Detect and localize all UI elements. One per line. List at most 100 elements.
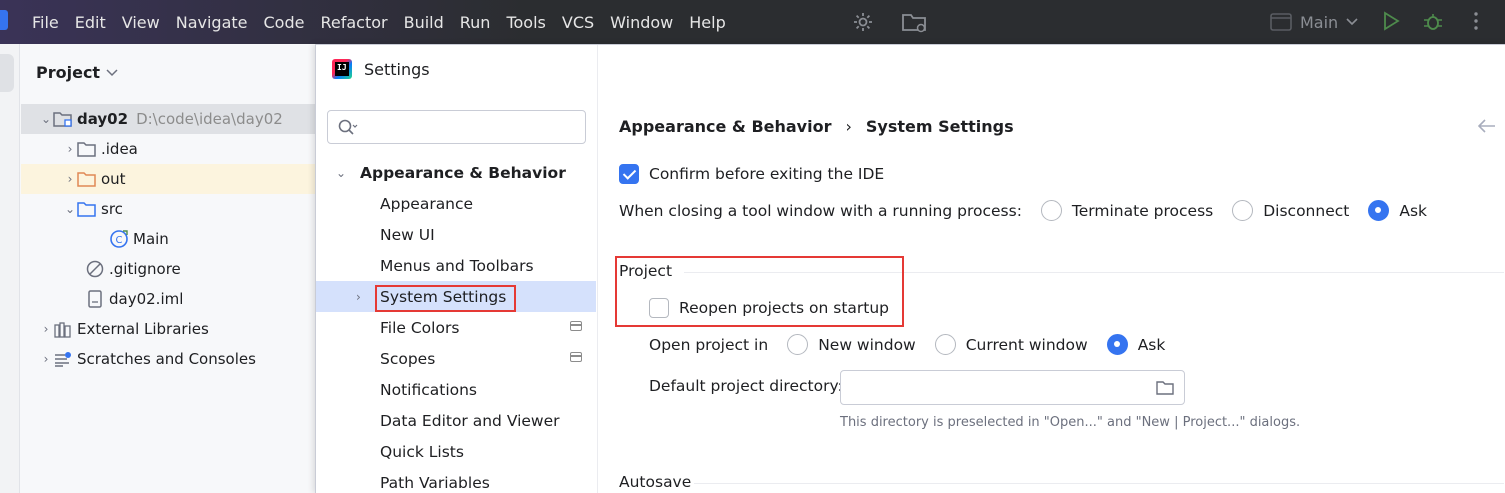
annotation-highlight-project-section xyxy=(615,256,904,327)
tree-item-idea[interactable]: › .idea xyxy=(21,134,316,164)
menu-tools[interactable]: Tools xyxy=(498,13,553,32)
radio-current-window[interactable] xyxy=(934,334,956,355)
scratches-icon xyxy=(53,350,73,368)
tree-item-label: day02.iml xyxy=(109,290,184,308)
default-directory-input[interactable] xyxy=(840,370,1185,405)
chevron-right-icon[interactable]: › xyxy=(63,142,77,156)
nav-item-path-variables[interactable]: Path Variables xyxy=(316,467,596,493)
intellij-logo-icon: IJ xyxy=(332,59,352,79)
confirm-exit-label[interactable]: Confirm before exiting the IDE xyxy=(649,165,884,183)
autosave-section-divider xyxy=(694,483,1504,484)
project-level-icon xyxy=(570,352,582,362)
annotation-highlight-system-settings xyxy=(375,285,516,312)
confirm-exit-checkbox[interactable] xyxy=(619,164,639,184)
tree-item-main[interactable]: C Main xyxy=(21,224,316,254)
tree-item-out[interactable]: › out xyxy=(21,164,316,194)
nav-item-notifications[interactable]: Notifications xyxy=(316,374,596,405)
dialog-title: Settings xyxy=(364,59,430,79)
tree-item-label: out xyxy=(101,170,126,188)
chevron-down-icon[interactable]: ⌄ xyxy=(39,112,53,126)
radio-disconnect-label[interactable]: Disconnect xyxy=(1263,202,1349,220)
settings-gear-icon[interactable] xyxy=(851,10,875,34)
menu-build[interactable]: Build xyxy=(396,13,452,32)
menu-file[interactable]: File xyxy=(32,13,67,32)
radio-disconnect[interactable] xyxy=(1232,200,1254,221)
radio-terminate-process-label[interactable]: Terminate process xyxy=(1072,202,1213,220)
breadcrumb-parent[interactable]: Appearance & Behavior xyxy=(619,117,831,136)
radio-ask-open[interactable] xyxy=(1106,334,1128,355)
menu-vcs[interactable]: VCS xyxy=(554,13,602,32)
default-directory-hint: This directory is preselected in "Open..… xyxy=(840,415,1301,430)
back-arrow-icon[interactable] xyxy=(1477,117,1496,138)
radio-terminate-process[interactable] xyxy=(1040,200,1062,221)
radio-new-window-label[interactable]: New window xyxy=(818,336,916,354)
radio-new-window[interactable] xyxy=(787,334,809,355)
breadcrumb: Appearance & Behavior › System Settings xyxy=(619,117,1014,136)
nav-item-label: Scopes xyxy=(380,349,436,368)
menu-view[interactable]: View xyxy=(114,13,168,32)
chevron-down-icon[interactable]: ⌄ xyxy=(63,202,77,216)
nav-item-quick-lists[interactable]: Quick Lists xyxy=(316,436,596,467)
nav-item-appearance[interactable]: Appearance xyxy=(316,188,596,219)
radio-ask-closing-label[interactable]: Ask xyxy=(1399,202,1427,220)
chevron-right-icon[interactable]: › xyxy=(39,322,53,336)
chevron-right-icon[interactable]: › xyxy=(39,352,53,366)
file-icon xyxy=(85,290,105,308)
menu-navigate[interactable]: Navigate xyxy=(168,13,256,32)
debug-icon[interactable] xyxy=(1422,10,1446,34)
dialog-title-bar: IJ Settings xyxy=(332,59,430,79)
project-tree: ⌄ day02 D:\code\idea\day02 › .idea › out… xyxy=(21,104,316,374)
tree-item-label: Main xyxy=(133,230,169,248)
tree-item-day02-iml[interactable]: day02.iml xyxy=(21,284,316,314)
nav-item-menus-toolbars[interactable]: Menus and Toolbars xyxy=(316,250,596,281)
menu-run[interactable]: Run xyxy=(452,13,499,32)
tree-item-label: .gitignore xyxy=(109,260,181,278)
radio-ask-open-label[interactable]: Ask xyxy=(1138,336,1166,354)
tree-item-src[interactable]: ⌄ src xyxy=(21,194,316,224)
nav-item-label: New UI xyxy=(380,225,435,244)
confirm-exit-row: Confirm before exiting the IDE xyxy=(619,164,884,184)
open-project-in-row: Open project in New window Current windo… xyxy=(649,334,1165,355)
main-menu-bar: File Edit View Navigate Code Refactor Bu… xyxy=(0,0,1505,44)
menu-code[interactable]: Code xyxy=(256,13,313,32)
nav-item-label: File Colors xyxy=(380,318,460,337)
nav-group-appearance-behavior[interactable]: ⌄ Appearance & Behavior xyxy=(316,157,596,188)
chevron-down-icon xyxy=(1346,18,1358,26)
radio-current-window-label[interactable]: Current window xyxy=(966,336,1088,354)
default-directory-label: Default project directory: xyxy=(649,377,843,395)
nav-item-new-ui[interactable]: New UI xyxy=(316,219,596,250)
menu-help[interactable]: Help xyxy=(681,13,733,32)
radio-ask-closing[interactable] xyxy=(1368,200,1390,221)
browse-folder-icon[interactable] xyxy=(1156,380,1174,395)
chevron-right-icon[interactable]: › xyxy=(63,172,77,186)
project-folder-icon[interactable] xyxy=(901,10,926,34)
tree-item-label: External Libraries xyxy=(77,320,209,338)
run-configuration-selector[interactable]: Main xyxy=(1270,10,1358,34)
menu-list: File Edit View Navigate Code Refactor Bu… xyxy=(32,0,734,44)
ignored-file-icon xyxy=(85,260,105,278)
menu-edit[interactable]: Edit xyxy=(67,13,114,32)
tree-item-label: .idea xyxy=(101,140,138,158)
menu-refactor[interactable]: Refactor xyxy=(312,13,395,32)
settings-search-input[interactable] xyxy=(327,110,586,144)
tree-item-gitignore[interactable]: .gitignore xyxy=(21,254,316,284)
run-icon[interactable] xyxy=(1380,10,1404,34)
tree-item-label: src xyxy=(101,200,123,218)
nav-item-file-colors[interactable]: File Colors xyxy=(316,312,596,343)
menu-window[interactable]: Window xyxy=(602,13,681,32)
project-tool-window: Project ⌄ day02 D:\code\idea\day02 › .id… xyxy=(21,44,316,493)
tree-item-day02[interactable]: ⌄ day02 D:\code\idea\day02 xyxy=(21,104,316,134)
chevron-down-icon[interactable]: ⌄ xyxy=(336,166,352,180)
tree-item-scratches[interactable]: › Scratches and Consoles xyxy=(21,344,316,374)
chevron-right-icon[interactable]: › xyxy=(356,290,361,304)
tree-item-external-libraries[interactable]: › External Libraries xyxy=(21,314,316,344)
ide-logo-icon[interactable] xyxy=(0,10,8,30)
project-panel-header[interactable]: Project xyxy=(36,63,118,82)
closing-tool-window-row: When closing a tool window with a runnin… xyxy=(619,200,1427,221)
nav-item-data-editor[interactable]: Data Editor and Viewer xyxy=(316,405,596,436)
more-options-icon[interactable] xyxy=(1466,10,1490,34)
project-tool-button[interactable] xyxy=(0,54,14,92)
autosave-section-title: Autosave xyxy=(619,473,692,491)
nav-item-scopes[interactable]: Scopes xyxy=(316,343,596,374)
nav-item-label: Notifications xyxy=(380,380,478,399)
